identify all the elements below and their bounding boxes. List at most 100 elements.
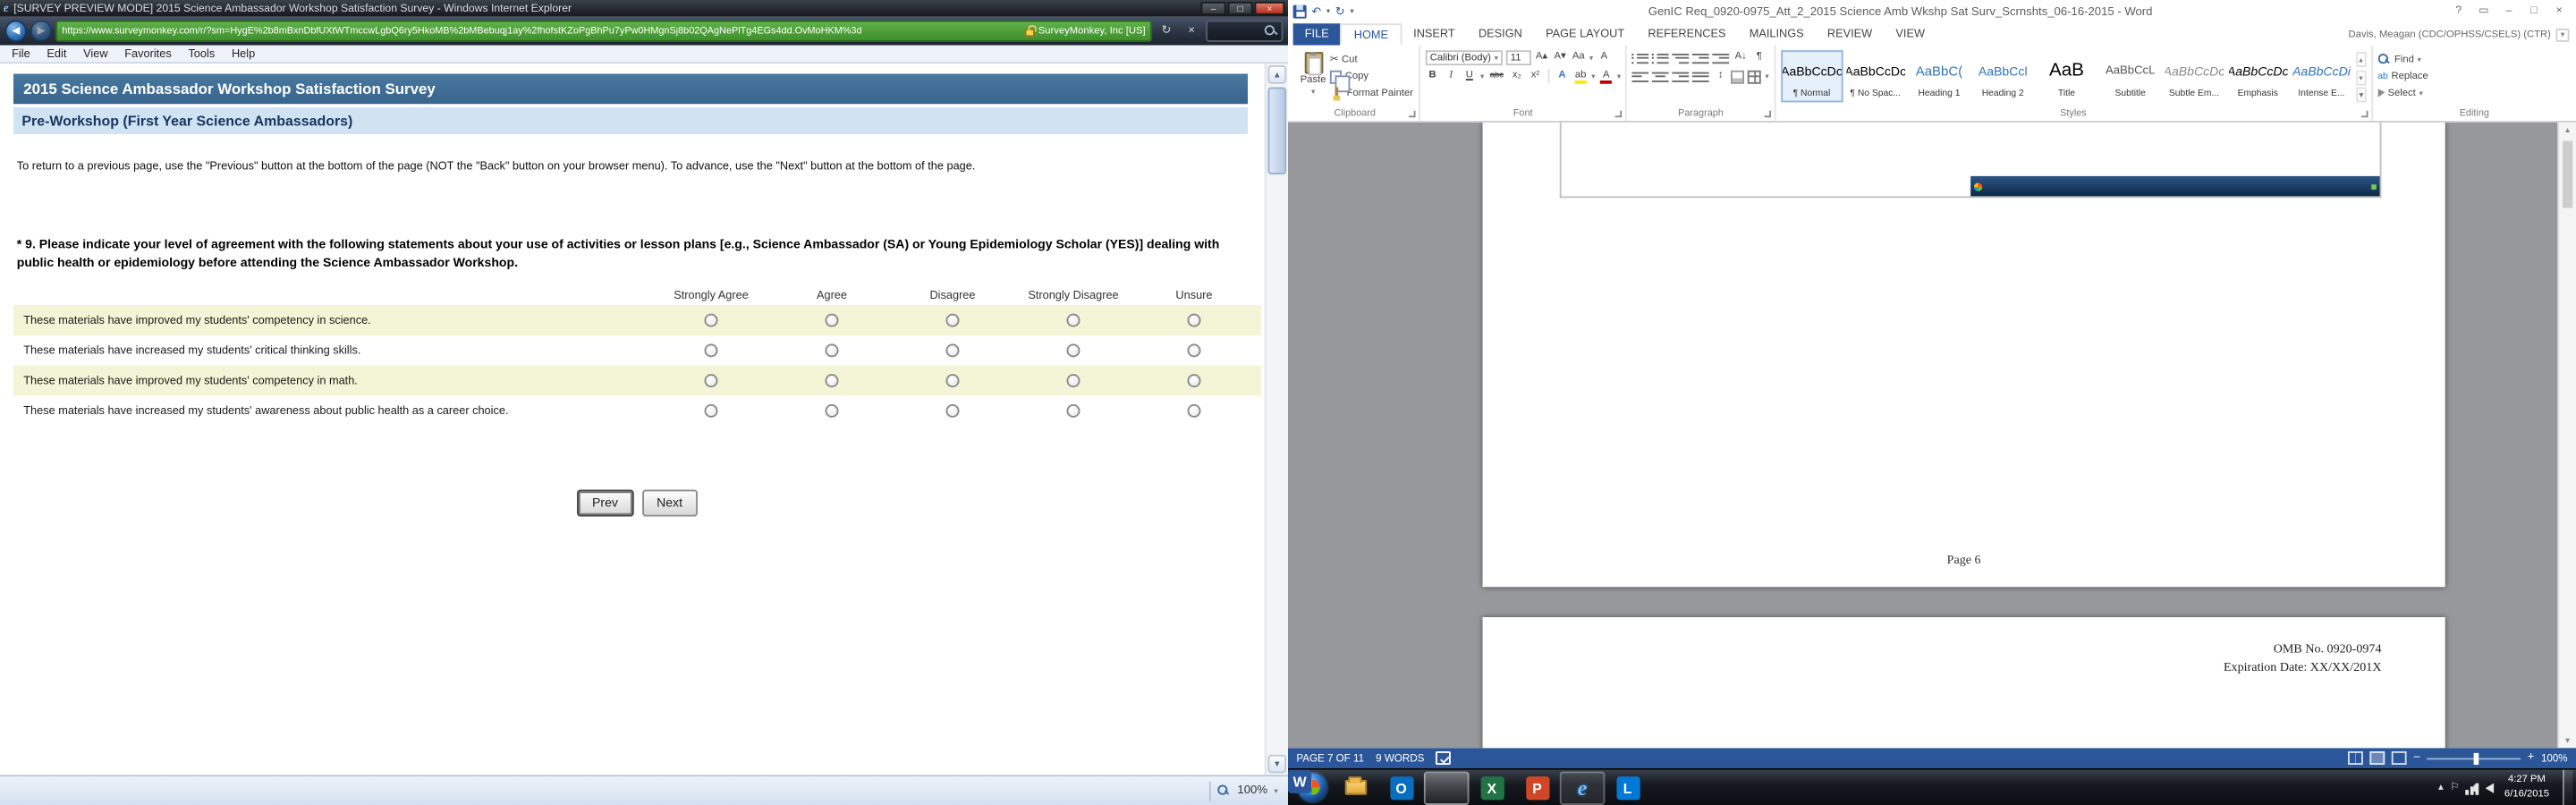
bullets-icon[interactable] [1632, 50, 1649, 65]
underline-dropdown-icon[interactable]: ▾ [1480, 72, 1484, 81]
redo-icon[interactable]: ↻ [1335, 5, 1345, 19]
font-color-button[interactable]: A [1598, 69, 1614, 84]
show-paragraph-marks-icon[interactable]: ¶ [1751, 50, 1767, 65]
menu-tools[interactable]: Tools [180, 47, 224, 59]
borders-icon[interactable] [1749, 70, 1762, 83]
taskbar-app-word[interactable]: W [1424, 771, 1470, 805]
radio-r4-agree[interactable] [826, 404, 839, 418]
show-hidden-icons-button[interactable]: ▴ [2438, 782, 2444, 793]
highlight-dropdown-icon[interactable]: ▾ [1591, 72, 1595, 81]
paste-dropdown-icon[interactable]: ▾ [1311, 88, 1315, 97]
zoom-slider[interactable] [2427, 758, 2521, 759]
radio-r1-strongly-agree[interactable] [705, 314, 718, 327]
spellcheck-icon[interactable] [1436, 751, 1451, 765]
font-size-combo[interactable]: 11 [1505, 50, 1530, 65]
refresh-button[interactable]: ↻ [1156, 21, 1177, 42]
embedded-screenshot-image[interactable] [1560, 123, 2382, 198]
italic-button[interactable]: I [1444, 69, 1459, 84]
print-layout-button[interactable] [2370, 751, 2385, 765]
back-button[interactable]: ◀ [5, 21, 27, 42]
word-count[interactable]: 9 WORDS [1376, 752, 1424, 764]
word-zoom-level[interactable]: 100% [2541, 752, 2568, 764]
find-dropdown-icon[interactable]: ▾ [2418, 55, 2421, 64]
style-heading-1[interactable]: AaBbC( Heading 1 [1908, 50, 1970, 102]
copy-button[interactable]: Copy [1330, 69, 1413, 84]
ribbon-display-button[interactable]: ▭ [2472, 2, 2496, 22]
taskbar-app-outlook[interactable]: O [1378, 771, 1424, 805]
grow-font-button[interactable]: A▴ [1534, 50, 1549, 65]
zoom-dropdown-icon[interactable]: ▾ [1275, 785, 1278, 795]
radio-r2-strongly-disagree[interactable] [1067, 343, 1080, 357]
radio-r4-strongly-disagree[interactable] [1067, 404, 1080, 418]
word-restore-button[interactable]: □ [2522, 2, 2546, 22]
radio-r4-strongly-agree[interactable] [705, 404, 718, 418]
tab-review[interactable]: REVIEW [1816, 23, 1885, 45]
change-case-button[interactable]: Aa [1571, 50, 1586, 65]
undo-dropdown-icon[interactable]: ▾ [1326, 7, 1330, 17]
scroll-down-icon[interactable]: ▼ [1268, 755, 1287, 774]
word-minimize-button[interactable]: – [2497, 2, 2521, 22]
taskbar-app-explorer[interactable] [1334, 771, 1379, 805]
style-normal[interactable]: AaBbCcDc ¶ Normal [1781, 50, 1843, 102]
tab-references[interactable]: REFERENCES [1636, 23, 1737, 45]
taskbar-app-ie[interactable]: e [1560, 771, 1606, 805]
font-dialog-launcher-icon[interactable] [1616, 111, 1623, 118]
align-center-icon[interactable] [1653, 69, 1670, 84]
undo-icon[interactable]: ↶ [1311, 5, 1321, 19]
tab-page-layout[interactable]: PAGE LAYOUT [1534, 23, 1636, 45]
taskbar-app-excel[interactable]: X [1470, 771, 1515, 805]
document-page-6[interactable]: Page 6 [1483, 123, 2445, 587]
scroll-up-icon[interactable]: ▲ [1268, 65, 1287, 84]
radio-r2-agree[interactable] [826, 343, 839, 357]
cut-button[interactable]: ✂ Cut [1330, 52, 1413, 67]
action-center-icon[interactable]: ⚐ [2450, 782, 2459, 793]
select-button[interactable]: Select ▾ [2377, 86, 2571, 101]
style-subtle-emphasis[interactable]: AaBbCcDc Subtle Em... [2163, 50, 2224, 102]
word-scroll-up-icon[interactable]: ▲ [2559, 123, 2576, 138]
ie-vertical-scrollbar[interactable]: ▲ ▼ [1265, 64, 1288, 775]
radio-r2-disagree[interactable] [946, 343, 960, 357]
zoom-slider-thumb[interactable] [2474, 752, 2479, 764]
radio-r3-unsure[interactable] [1188, 374, 1201, 387]
zoom-in-button[interactable]: + [2528, 751, 2535, 765]
radio-r3-agree[interactable] [826, 374, 839, 387]
ie-maximize-button[interactable]: □ [1228, 2, 1253, 15]
radio-r3-disagree[interactable] [946, 374, 960, 387]
increase-indent-icon[interactable] [1713, 50, 1730, 65]
line-spacing-icon[interactable]: ↕ [1713, 69, 1728, 84]
superscript-button[interactable]: x² [1528, 69, 1543, 84]
radio-r1-strongly-disagree[interactable] [1067, 314, 1080, 327]
ie-minimize-button[interactable]: – [1201, 2, 1226, 15]
underline-button[interactable]: U [1462, 69, 1477, 84]
format-painter-button[interactable]: Format Painter [1330, 86, 1413, 101]
tab-design[interactable]: DESIGN [1467, 23, 1534, 45]
word-close-button[interactable]: × [2547, 2, 2571, 22]
subscript-button[interactable]: x₂ [1509, 69, 1524, 84]
show-desktop-button[interactable] [2563, 769, 2572, 805]
qat-customize-icon[interactable]: ▾ [1350, 7, 1353, 17]
radio-r1-agree[interactable] [826, 314, 839, 327]
styles-more-icon[interactable]: ▼ [2356, 88, 2366, 103]
taskbar-app-powerpoint[interactable]: P [1514, 771, 1560, 805]
menu-view[interactable]: View [75, 47, 116, 59]
style-no-spacing[interactable]: AaBbCcDc ¶ No Spac... [1844, 50, 1906, 102]
radio-r2-unsure[interactable] [1188, 343, 1201, 357]
tab-insert[interactable]: INSERT [1402, 23, 1467, 45]
forward-button[interactable]: ▶ [30, 21, 52, 42]
sort-icon[interactable]: A↓ [1733, 50, 1749, 65]
web-layout-button[interactable] [2392, 751, 2407, 765]
ie-zoom-level[interactable]: 100% [1237, 785, 1267, 797]
font-family-dropdown-icon[interactable]: ▾ [1495, 53, 1498, 63]
radio-r4-disagree[interactable] [946, 404, 960, 418]
menu-file[interactable]: File [4, 47, 38, 59]
align-right-icon[interactable] [1673, 69, 1690, 84]
read-mode-button[interactable] [2348, 751, 2363, 765]
word-vertical-scrollbar[interactable]: ▲ ▼ [2557, 123, 2576, 748]
stop-button[interactable]: × [1181, 21, 1202, 42]
search-box[interactable] [1206, 21, 1283, 42]
bold-button[interactable]: B [1425, 69, 1440, 84]
tab-view[interactable]: VIEW [1884, 23, 1936, 45]
shading-icon[interactable] [1732, 70, 1745, 83]
address-bar[interactable]: https://www.surveymonkey.com/r/?sm=HygE%… [55, 21, 1152, 42]
word-scroll-down-icon[interactable]: ▼ [2559, 733, 2576, 748]
